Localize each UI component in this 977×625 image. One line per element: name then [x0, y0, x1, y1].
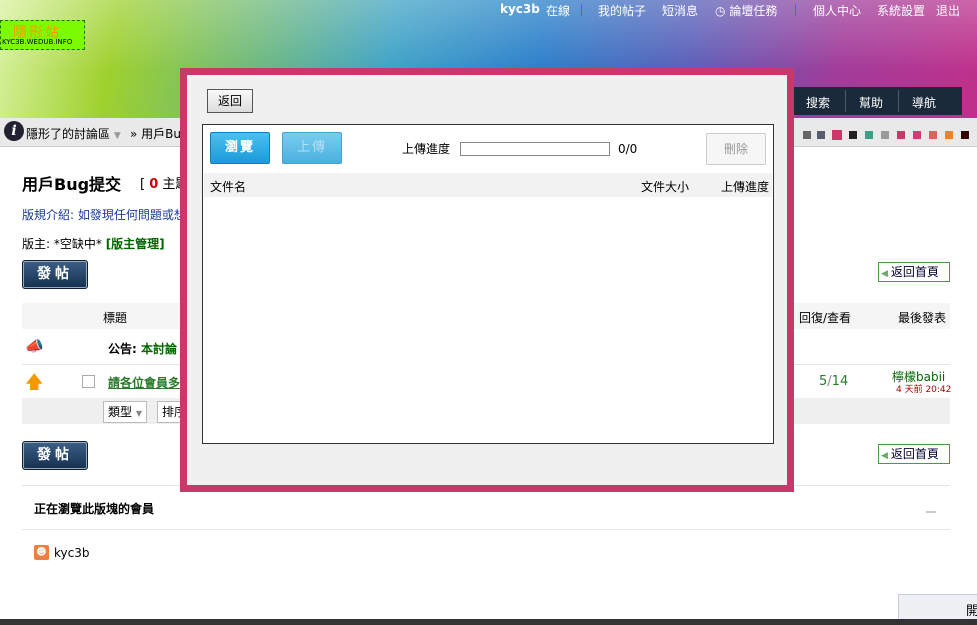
- column-upload-progress: 上傳進度: [721, 180, 770, 194]
- page-title: 用戶Bug提交: [22, 175, 122, 194]
- info-icon: i: [4, 121, 24, 141]
- nav-divider: [795, 4, 796, 16]
- progress-count: 0/0: [618, 142, 638, 156]
- theme-color-swatch[interactable]: [897, 131, 905, 139]
- nav-profile[interactable]: 個人中心: [813, 2, 861, 19]
- theme-color-swatch[interactable]: [849, 131, 857, 139]
- nav-logout[interactable]: 退出: [936, 2, 960, 19]
- main-menu: 搜索 幫助 導航: [792, 87, 962, 115]
- column-title: 標題: [103, 311, 128, 325]
- column-last-post: 最後發表: [898, 311, 947, 325]
- column-replies: 回復/查看: [799, 311, 852, 325]
- upload-dialog-body: 返回 瀏覽 上傳 上傳進度 0/0 刪除 文件名 文件大小 上傳進度: [187, 75, 787, 485]
- theme-color-swatch[interactable]: [832, 130, 842, 140]
- upload-dialog: 返回 瀏覽 上傳 上傳進度 0/0 刪除 文件名 文件大小 上傳進度: [180, 68, 794, 492]
- left-arrow-icon: ◀: [881, 269, 888, 279]
- thread-title-link[interactable]: 請各位會員多: [108, 374, 180, 391]
- dropdown-arrow-icon: ▼: [113, 131, 121, 141]
- progress-label: 上傳進度: [402, 142, 451, 156]
- menu-navigation[interactable]: 導航: [912, 94, 936, 111]
- nav-messages[interactable]: 短消息: [662, 2, 698, 19]
- nav-settings[interactable]: 系統設置: [877, 2, 925, 19]
- moderator-info: 版主: *空缺中* [版主管理]: [22, 237, 165, 251]
- delete-button[interactable]: 刪除: [706, 133, 766, 165]
- upload-button[interactable]: 上傳: [282, 132, 342, 164]
- corner-panel[interactable]: 開: [898, 594, 977, 622]
- last-post-time: 4 天前 20:42: [896, 385, 952, 395]
- theme-color-swatch[interactable]: [913, 131, 921, 139]
- browsing-user-link[interactable]: kyc3b: [54, 546, 89, 560]
- announcement-icon: 📣: [25, 337, 44, 355]
- upload-progress-bar: [460, 142, 610, 156]
- up-arrow-icon: 🡅: [25, 372, 44, 393]
- nav-my-posts[interactable]: 我的帖子: [598, 2, 646, 19]
- theme-color-swatch[interactable]: [929, 131, 937, 139]
- announcement[interactable]: 公告: 本討論: [108, 340, 177, 357]
- status-bar: [0, 619, 977, 625]
- corner-label: 開: [966, 604, 977, 619]
- breadcrumb-forum[interactable]: 隱形了的討論區 ▼: [26, 125, 121, 142]
- theme-color-swatch[interactable]: [817, 131, 825, 139]
- menu-help[interactable]: 幫助: [859, 94, 883, 111]
- back-button[interactable]: 返回: [207, 89, 253, 113]
- forum-intro: 版規介紹: 如發現任何問題或想: [22, 208, 186, 222]
- moderator-manage-link[interactable]: [版主管理]: [106, 237, 165, 251]
- theme-color-swatch[interactable]: [803, 131, 811, 139]
- thread-checkbox[interactable]: [82, 375, 95, 388]
- logo-subtext: KYC3B.WEDUB.INFO: [2, 38, 73, 46]
- online-status: 在線: [546, 4, 571, 18]
- upload-panel: 瀏覽 上傳 上傳進度 0/0 刪除 文件名 文件大小 上傳進度: [202, 124, 774, 444]
- filter-type-select[interactable]: 類型 ▼: [103, 401, 147, 423]
- theme-color-swatch[interactable]: [881, 131, 889, 139]
- back-home-button[interactable]: ◀ 返回首頁: [878, 262, 950, 282]
- file-list: [204, 197, 772, 441]
- new-post-button[interactable]: 發帖: [22, 260, 88, 289]
- theme-color-swatch[interactable]: [961, 131, 969, 139]
- menu-divider: [898, 90, 899, 112]
- section-divider: [22, 529, 950, 530]
- left-arrow-icon: ◀: [881, 451, 888, 461]
- file-list-header: 文件名 文件大小 上傳進度: [204, 173, 772, 197]
- theme-color-swatch[interactable]: [945, 131, 953, 139]
- menu-divider: [845, 90, 846, 112]
- new-post-button-bottom[interactable]: 發帖: [22, 441, 88, 470]
- nav-tasks[interactable]: ◷ 論壇任務: [715, 2, 777, 19]
- clock-icon: ◷: [715, 4, 726, 18]
- nav-divider: [581, 4, 582, 16]
- back-home-button-bottom[interactable]: ◀ 返回首頁: [878, 444, 950, 464]
- breadcrumb-current: » 用戶Bu: [130, 127, 181, 141]
- column-filename: 文件名: [210, 180, 247, 194]
- collapse-icon[interactable]: [926, 511, 936, 513]
- browsing-members-title: 正在瀏覽此版塊的會員: [34, 502, 155, 516]
- theme-color-swatch[interactable]: [865, 131, 873, 139]
- browse-button[interactable]: 瀏覽: [210, 132, 270, 164]
- thread-reply-count: 5/14: [819, 374, 849, 389]
- column-filesize: 文件大小: [641, 180, 690, 194]
- dropdown-arrow-icon: ▼: [135, 409, 142, 418]
- site-logo[interactable]: 隱形站 KYC3B.WEDUB.INFO: [0, 20, 85, 50]
- user-avatar-icon: ☻: [34, 545, 49, 560]
- username-link[interactable]: kyc3b: [500, 2, 540, 16]
- menu-search[interactable]: 搜索: [806, 94, 830, 111]
